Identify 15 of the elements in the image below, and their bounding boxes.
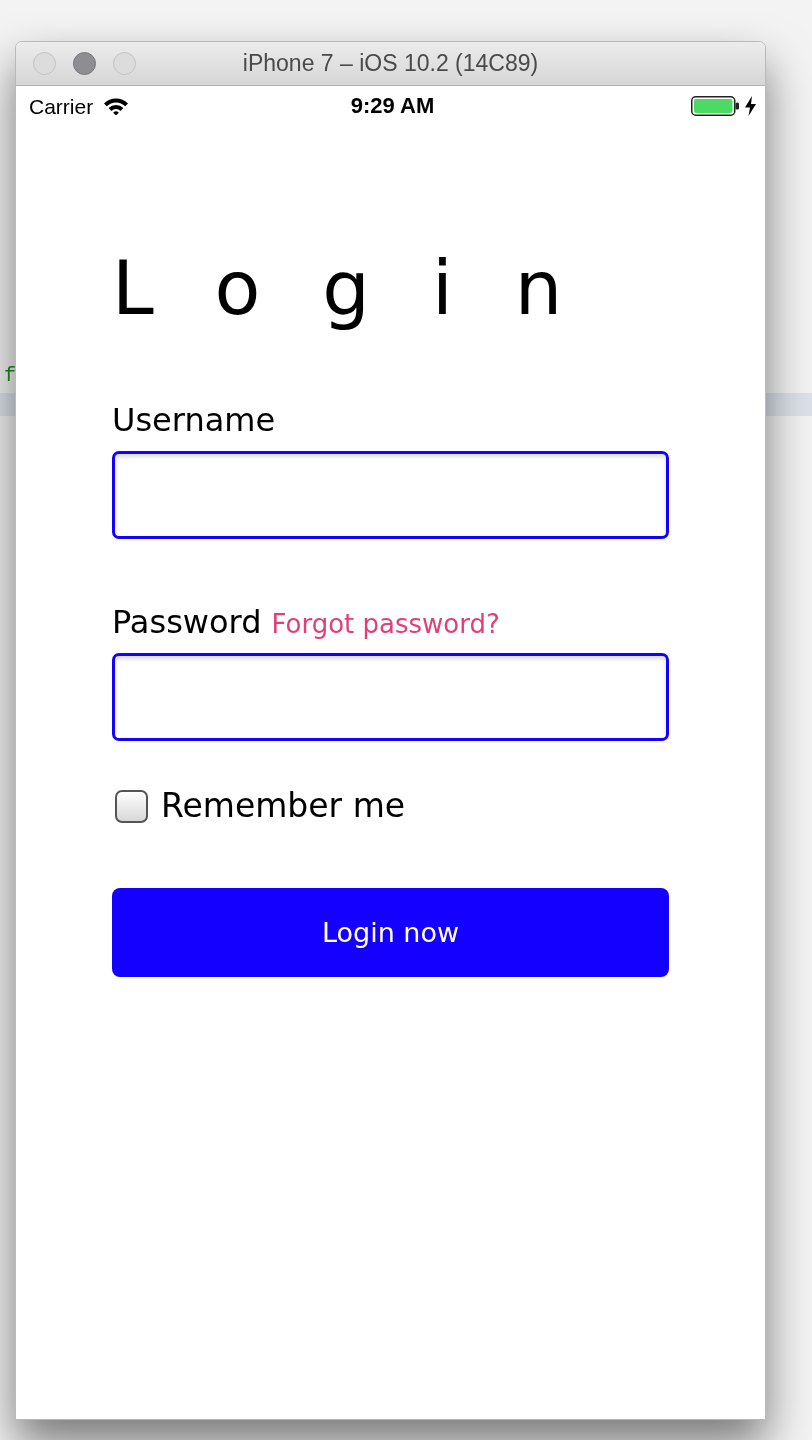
battery-icon [691,96,739,116]
wifi-icon [103,97,130,115]
field-label: Password [112,603,262,641]
checkbox-label: Remember me [161,786,406,826]
carrier-name: Carrier [29,95,94,117]
window-control-button[interactable] [73,52,96,75]
input-field[interactable] [112,451,669,539]
input-field[interactable] [112,653,669,741]
login-button[interactable]: Login now [112,888,669,977]
checkbox[interactable] [115,789,148,823]
status-time: 9:29 AM [350,95,435,117]
forgot-password-link[interactable]: Forgot password? [271,608,500,640]
code-text: f [4,364,16,388]
field-label: Username [112,401,276,439]
window-title: iPhone 7 – iOS 10.2 (14C89) [242,52,539,75]
